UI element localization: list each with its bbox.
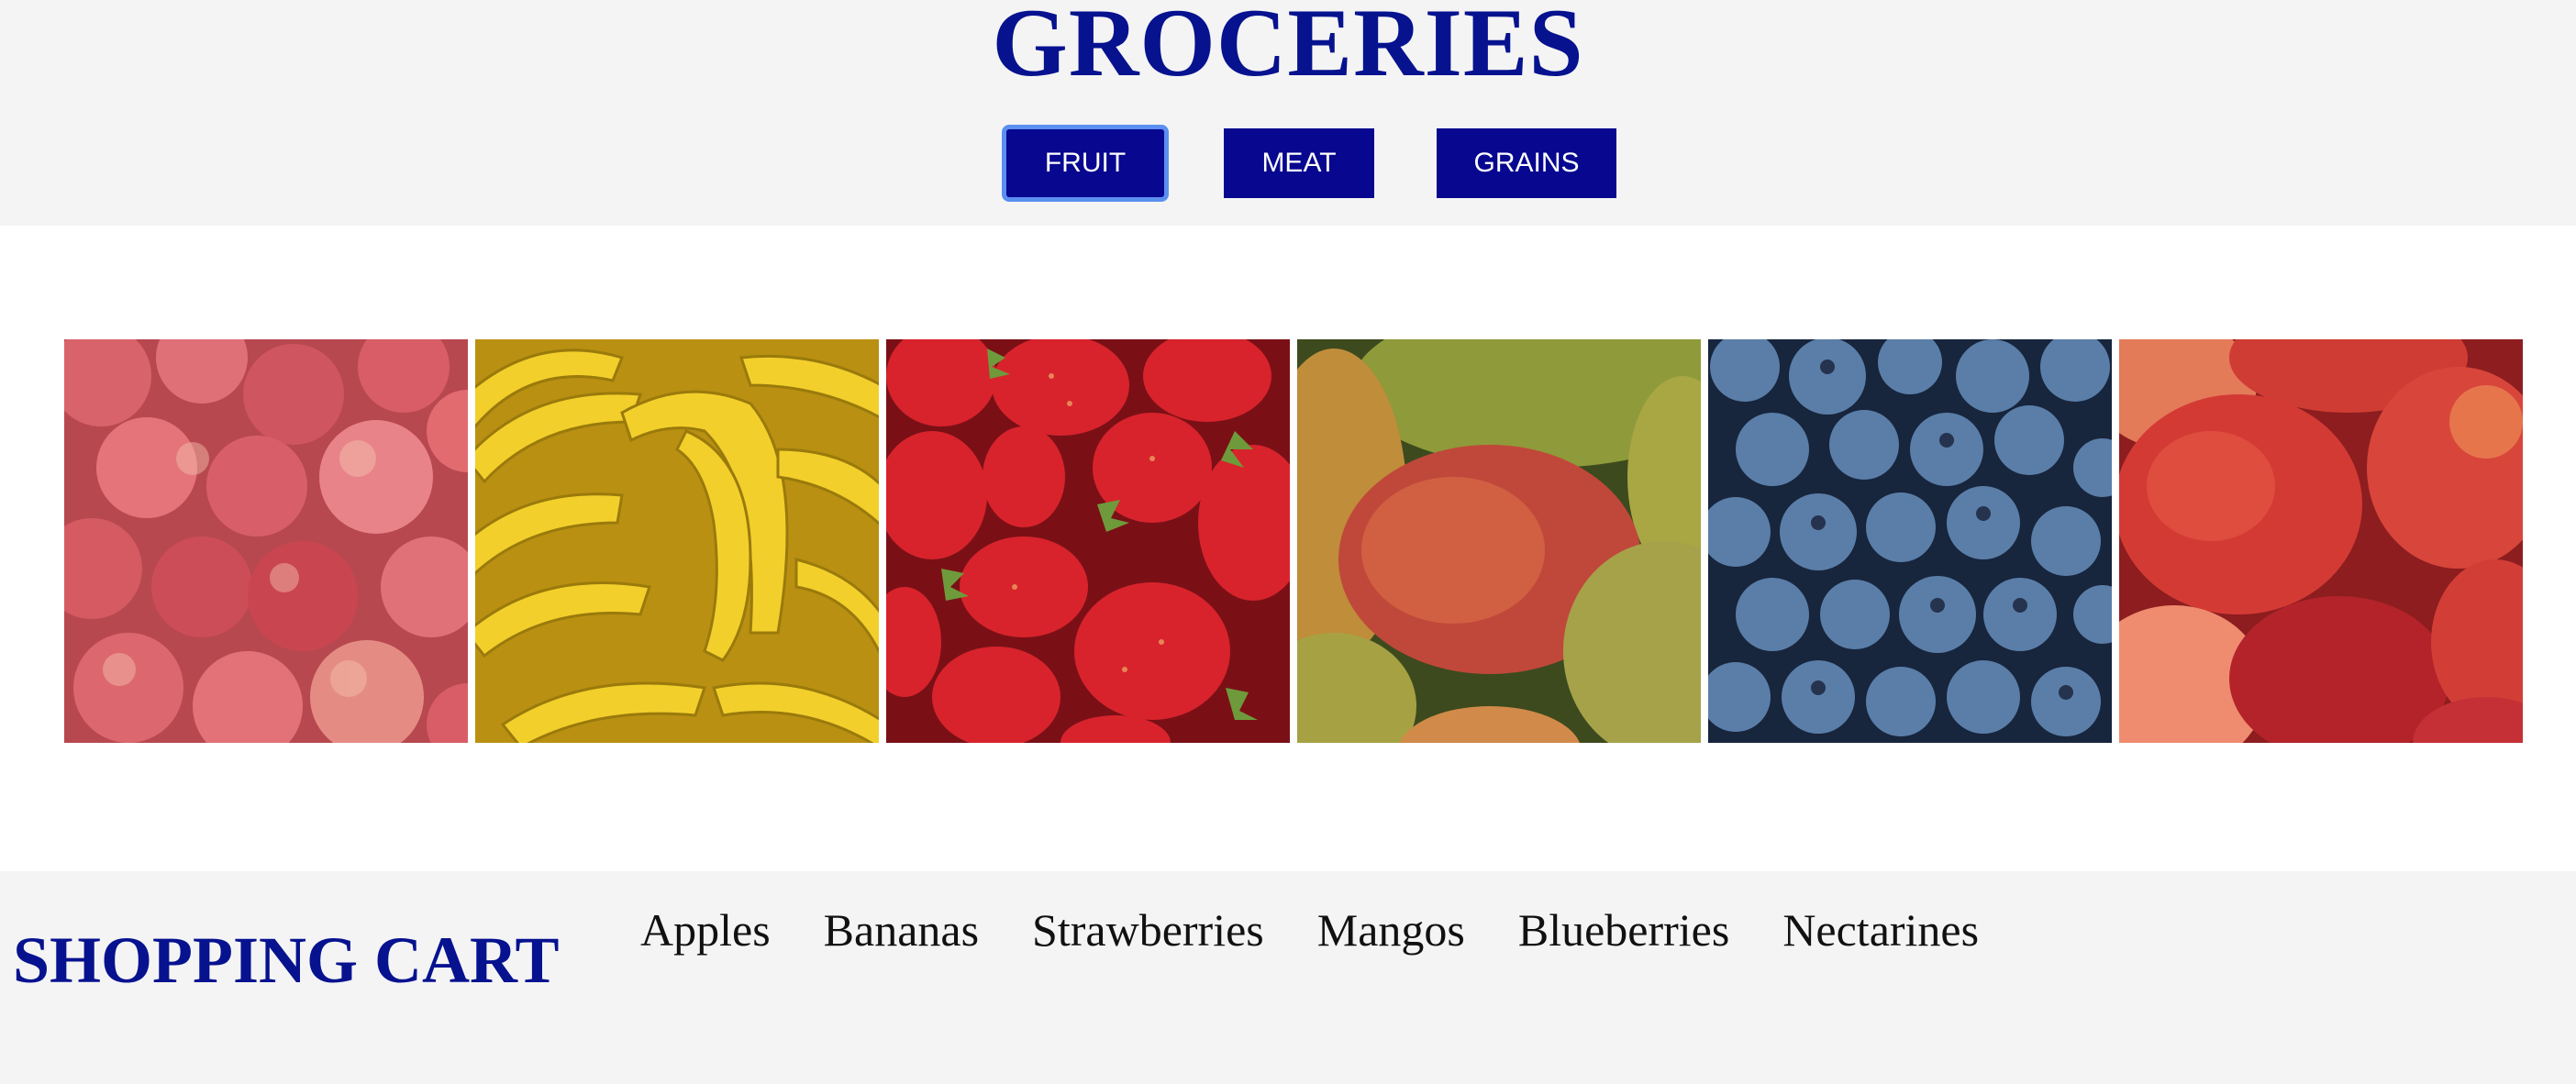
cart-item-nectarines: Nectarines [1782,904,1980,956]
header: GROCERIES FRUIT MEAT GRAINS [0,0,2576,226]
cart-item-strawberries: Strawberries [1032,904,1264,956]
cart-items-list: Apples Bananas Strawberries Mangos Blueb… [640,901,2032,959]
mangos-image [1297,339,1701,743]
bananas-image [475,339,879,743]
nectarines-image [2119,339,2523,743]
cart-item-bananas: Bananas [823,904,980,956]
fruit-gallery [64,339,2523,743]
strawberries-image [886,339,1290,743]
page-title: GROCERIES [992,0,1584,96]
blueberries-image [1708,339,2112,743]
shopping-cart-title: SHOPPING CART [13,924,560,997]
cart-item-apples: Apples [640,904,771,956]
grains-button[interactable]: GRAINS [1437,128,1616,198]
shopping-cart-section: SHOPPING CART Apples Bananas Strawberrie… [0,871,2576,1084]
meat-button[interactable]: MEAT [1224,128,1374,198]
apples-image [64,339,468,743]
cart-item-blueberries: Blueberries [1517,904,1730,956]
cart-item-mangos: Mangos [1316,904,1465,956]
fruit-button[interactable]: FRUIT [1002,125,1169,202]
